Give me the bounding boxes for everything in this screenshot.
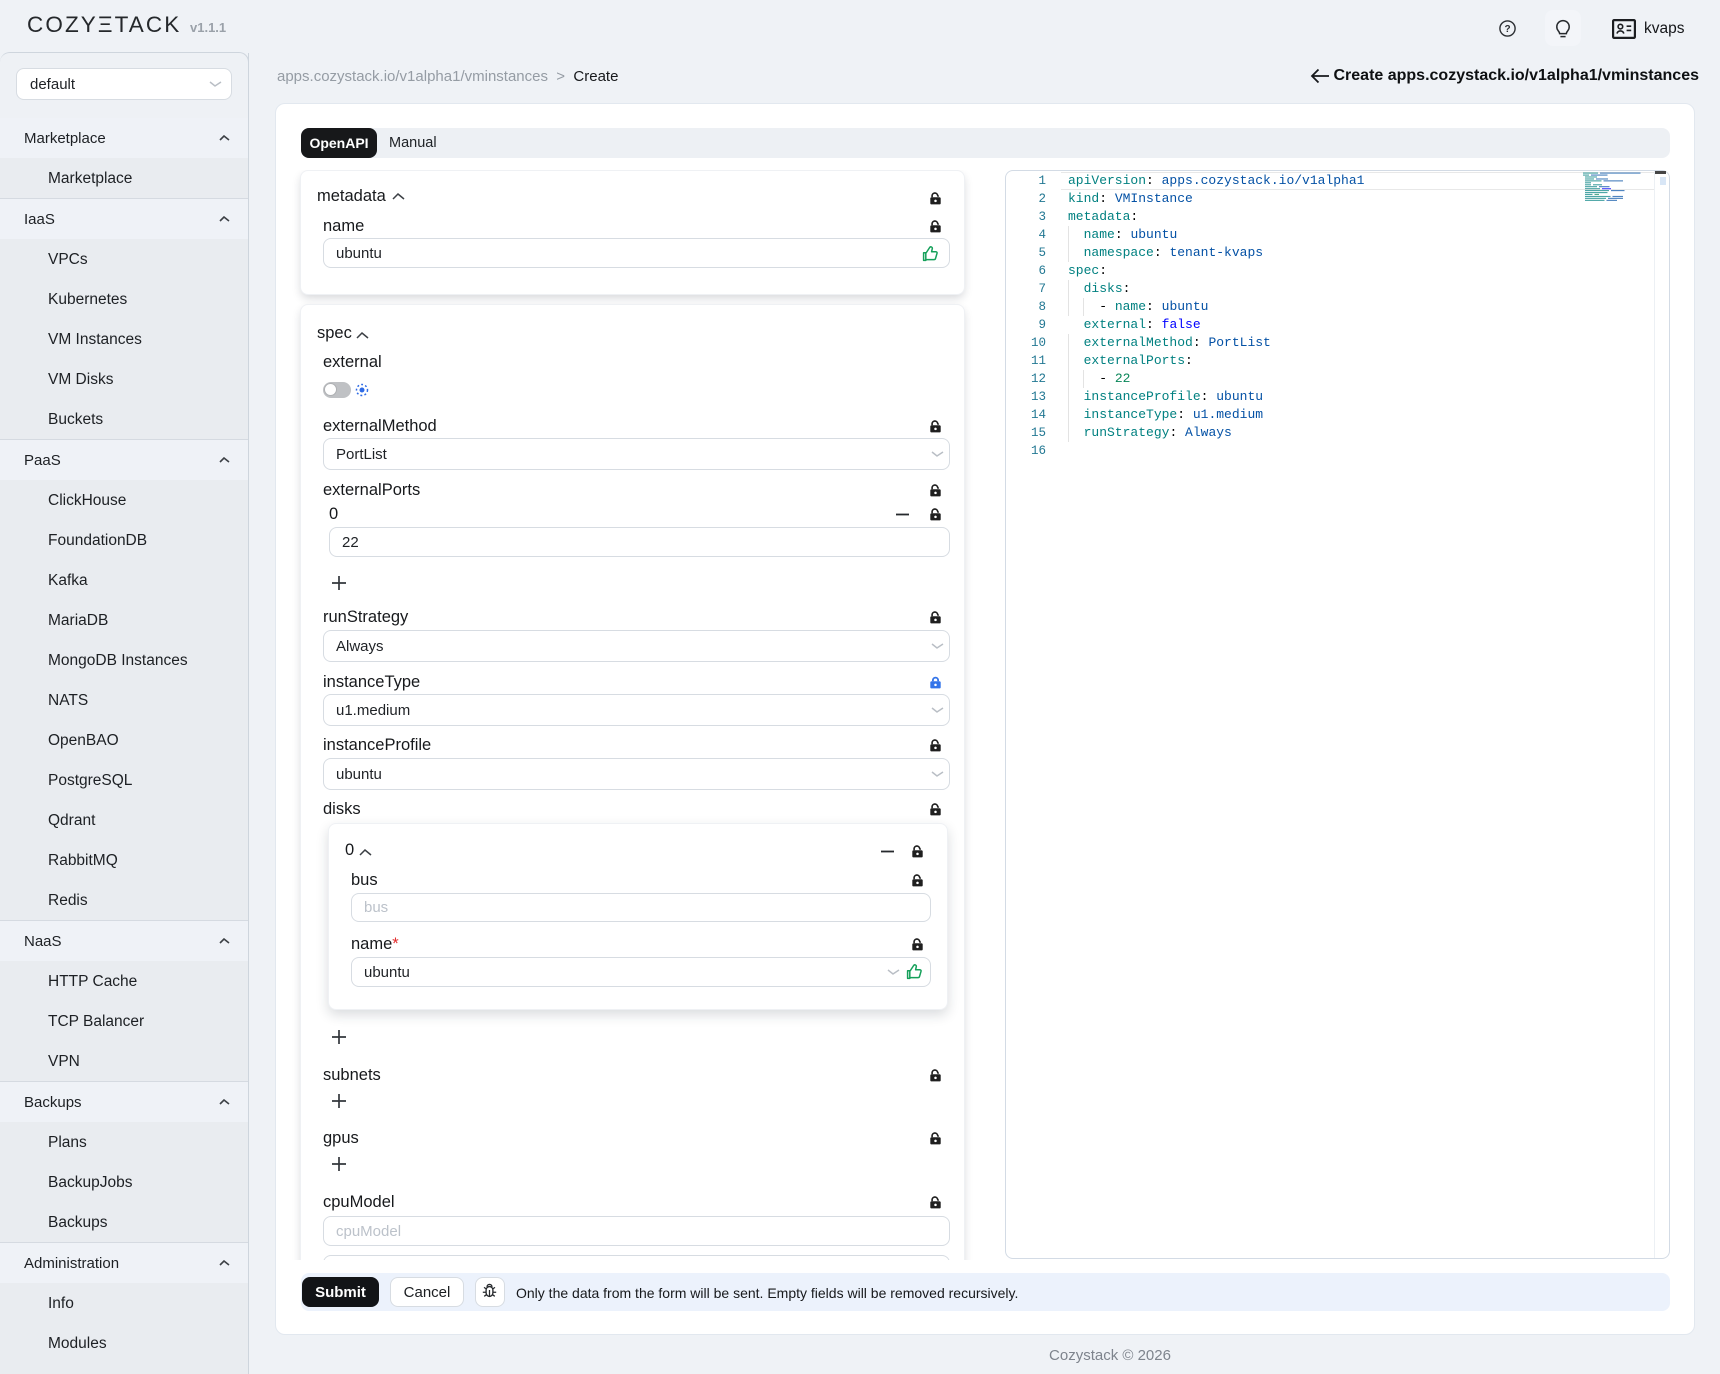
svg-text:?: ? [1504,24,1510,35]
